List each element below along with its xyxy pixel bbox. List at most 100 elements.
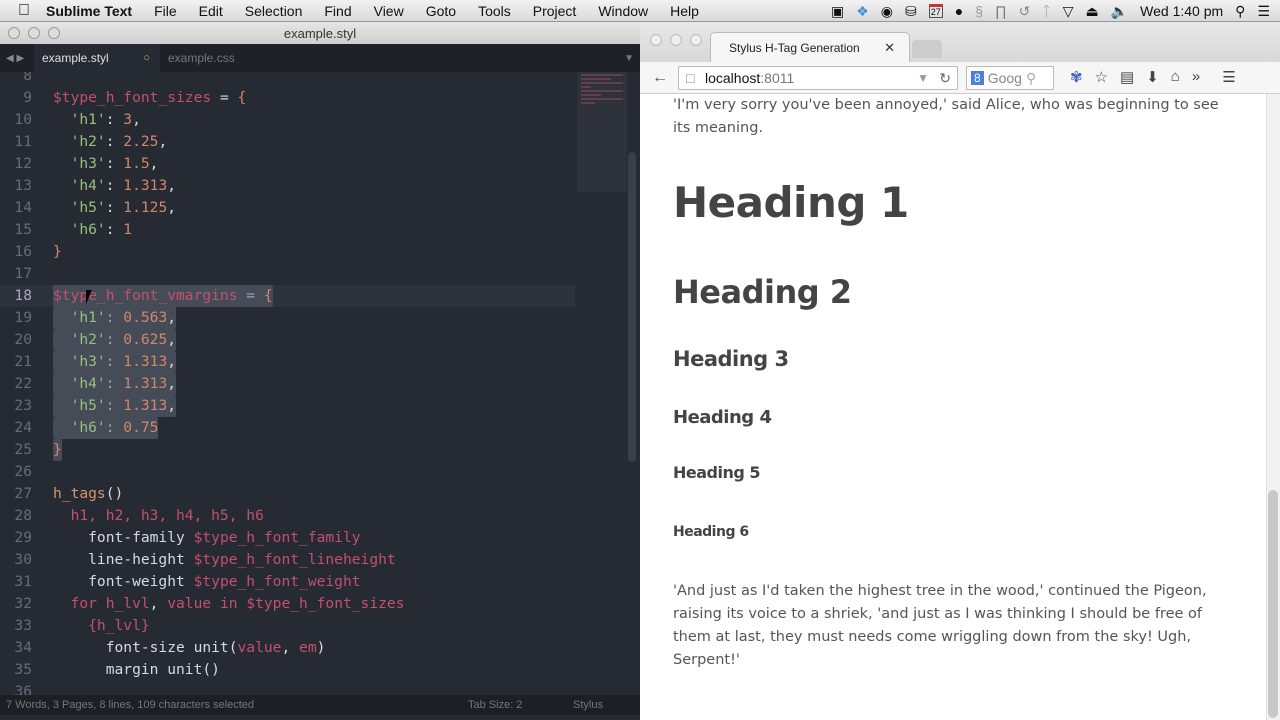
code-text: 'h2': 0.625, [53, 329, 177, 351]
code-line[interactable]: 30 line-height $type_h_font_lineheight [0, 549, 575, 571]
search-box[interactable]: 8 Goog ⚲ [966, 66, 1054, 90]
editor-scrollbar[interactable] [628, 152, 636, 462]
code-line[interactable]: 28 h1, h2, h3, h4, h5, h6 [0, 505, 575, 527]
address-bar[interactable]: □ localhost:8011 ▼ ↻ [678, 66, 958, 90]
menu-edit[interactable]: Edit [199, 3, 223, 19]
wifi-icon[interactable]: ▽ [1063, 3, 1074, 20]
syntax-selector[interactable]: Stylus [573, 699, 603, 711]
code-token: 'h3' [53, 155, 106, 172]
home-icon[interactable]: ⌂ [1171, 68, 1180, 86]
code-line[interactable]: 15 'h6': 1 [0, 219, 575, 241]
minimize-window-button[interactable] [28, 27, 40, 39]
code-line[interactable]: 25} [0, 439, 575, 461]
spotlight-icon[interactable]: ⚲ [1235, 3, 1245, 20]
selection-status: 7 Words, 3 Pages, 8 lines, 109 character… [6, 699, 255, 711]
code-line[interactable]: 13 'h4': 1.313, [0, 175, 575, 197]
menu-window[interactable]: Window [598, 3, 648, 19]
close-window-button[interactable] [8, 27, 20, 39]
eject-icon[interactable]: ⏏ [1085, 3, 1098, 20]
bookmark-star-icon[interactable]: ☆ [1095, 68, 1108, 86]
code-line[interactable]: 8 [0, 72, 575, 87]
code-line[interactable]: 14 'h5': 1.125, [0, 197, 575, 219]
code-line[interactable]: 26 [0, 461, 575, 483]
code-line[interactable]: 32 for h_lvl, value in $type_h_font_size… [0, 593, 575, 615]
code-line[interactable]: 35 margin unit() [0, 659, 575, 681]
bell-icon[interactable]: ● [955, 3, 963, 19]
new-tab-button[interactable] [912, 40, 942, 58]
minimap[interactable] [577, 72, 627, 192]
time-machine-icon[interactable]: ↺ [1019, 3, 1031, 20]
code-text: 'h4': 1.313, [53, 373, 177, 395]
tab-example-css[interactable]: example.css [160, 44, 245, 72]
code-area[interactable]: 8 9 $type_h_font_sizes = {10 'h1': 3, 11 'h… [0, 72, 575, 695]
menu-project[interactable]: Project [533, 3, 577, 19]
search-icon[interactable]: ⚲ [1026, 70, 1036, 87]
code-line[interactable]: 24 'h6': 0.75 [0, 417, 575, 439]
page-scrollbar-thumb[interactable] [1268, 490, 1278, 718]
menu-help[interactable]: Help [670, 3, 699, 19]
download-icon[interactable]: ⬇ [1146, 68, 1159, 86]
creative-cloud-icon[interactable]: ◉ [881, 3, 893, 20]
code-line[interactable]: 17 [0, 263, 575, 285]
volume-icon[interactable]: 🔈 [1111, 3, 1128, 20]
close-tab-icon[interactable]: ✕ [884, 40, 895, 56]
google-icon[interactable]: 8 [971, 71, 984, 85]
code-line[interactable]: 9 $type_h_font_sizes = { [0, 87, 575, 109]
menu-icon[interactable]: ☰ [1222, 68, 1235, 86]
camera-icon[interactable]: ▣ [831, 3, 844, 20]
menu-goto[interactable]: Goto [426, 3, 456, 19]
code-line[interactable]: 12 'h3': 1.5, [0, 153, 575, 175]
code-line[interactable]: 19 'h1': 0.563, [0, 307, 575, 329]
zoom-window-button[interactable] [48, 27, 60, 39]
editor-title: example.styl [283, 25, 357, 41]
bluetooth-icon[interactable]: ᛏ [1042, 3, 1050, 19]
page-action-icon[interactable]: ▼ [917, 71, 929, 85]
code-line[interactable]: 33 {h_lvl} [0, 615, 575, 637]
line-number: 35 [14, 661, 32, 678]
code-line[interactable]: 10 'h1': 3, [0, 109, 575, 131]
tab-example-styl[interactable]: example.styl ○ [34, 44, 160, 72]
code-line[interactable]: 16} [0, 241, 575, 263]
dropbox-icon[interactable]: ❖ [856, 3, 869, 20]
browser-tab[interactable]: Stylus H-Tag Generation ✕ [710, 32, 910, 62]
calendar-icon[interactable]: 27 [928, 4, 943, 18]
clock[interactable]: Wed 1:40 pm [1140, 3, 1223, 19]
menu-app-name[interactable]: Sublime Text [46, 3, 132, 19]
menu-find[interactable]: Find [324, 3, 351, 19]
tab-dropdown-icon[interactable]: ▼ [624, 53, 634, 64]
script-icon[interactable]: ∏ [995, 3, 1007, 19]
code-line[interactable]: 22 'h4': 1.313, [0, 373, 575, 395]
zoom-window-button[interactable] [690, 34, 702, 46]
minimize-window-button[interactable] [670, 34, 682, 46]
extension-icon[interactable]: ✾ [1070, 68, 1083, 86]
menu-file[interactable]: File [154, 3, 177, 19]
bookmarks-list-icon[interactable]: ▤ [1120, 68, 1134, 86]
code-line[interactable]: 20 'h2': 0.625, [0, 329, 575, 351]
notifications-icon[interactable]: ☰ [1257, 3, 1270, 20]
s-icon[interactable]: § [975, 3, 983, 19]
menu-selection[interactable]: Selection [245, 3, 303, 19]
html5-icon[interactable]: ⛁ [905, 3, 917, 20]
menu-view[interactable]: View [374, 3, 404, 19]
code-line[interactable]: 21 'h3': 1.313, [0, 351, 575, 373]
menu-tools[interactable]: Tools [478, 3, 511, 19]
line-number: 21 [14, 353, 32, 370]
code-token: 'h1' [53, 111, 106, 128]
tab-size-selector[interactable]: Tab Size: 2 [468, 699, 522, 711]
code-line[interactable]: 11 'h2': 2.25, [0, 131, 575, 153]
tab-nav-arrows-icon[interactable]: ◀ ▶ [0, 53, 34, 64]
code-token: 'h3' [53, 353, 106, 370]
close-window-button[interactable] [650, 34, 662, 46]
reload-icon[interactable]: ↻ [939, 70, 951, 87]
code-line[interactable]: 31 font-weight $type_h_font_weight [0, 571, 575, 593]
back-icon[interactable]: ← [652, 69, 668, 87]
overflow-chevron-icon[interactable]: » [1192, 68, 1200, 86]
code-line[interactable]: 34 font-size unit(value, em) [0, 637, 575, 659]
line-number: 12 [14, 155, 32, 172]
code-line[interactable]: 36 [0, 681, 575, 695]
unsaved-dot-icon[interactable]: ○ [143, 52, 150, 64]
code-line[interactable]: 29 font-family $type_h_font_family [0, 527, 575, 549]
code-line[interactable]: 23 'h5': 1.313, [0, 395, 575, 417]
code-line[interactable]: 27 h_tags() [0, 483, 575, 505]
apple-icon[interactable]:  [18, 2, 30, 20]
